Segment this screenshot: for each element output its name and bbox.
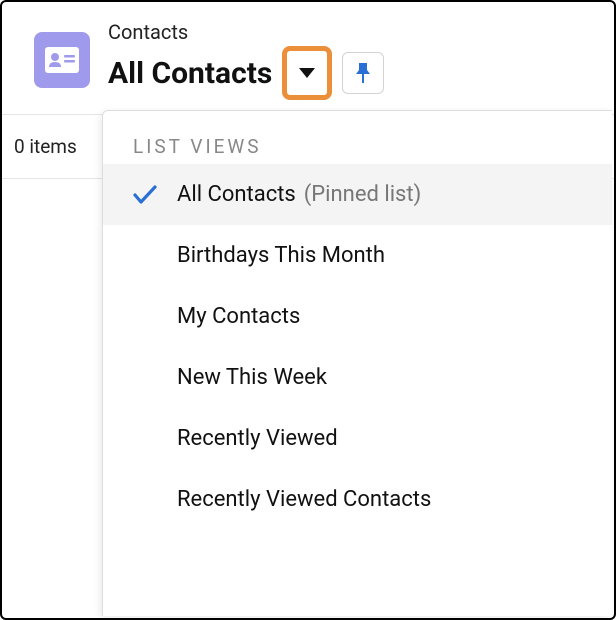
caret-down-icon — [298, 66, 316, 80]
dropdown-highlight-box — [282, 46, 332, 100]
listview-option-label: New This Week — [177, 365, 327, 390]
listview-option-label: Recently Viewed Contacts — [177, 487, 431, 512]
header-text: Contacts All Contacts — [108, 20, 594, 100]
check-icon — [133, 185, 157, 205]
listview-option[interactable]: Recently Viewed — [103, 408, 612, 469]
object-label: Contacts — [108, 20, 594, 44]
listview-option-label-wrap: Birthdays This Month — [177, 243, 385, 268]
listview-option-label: All Contacts — [177, 182, 296, 207]
pin-button[interactable] — [342, 52, 384, 94]
listview-dropdown-panel: LIST VIEWS All Contacts (Pinned list) Birt… — [102, 110, 612, 616]
dropdown-items: All Contacts (Pinned list) Birthdays This … — [103, 164, 612, 530]
listview-option-label-wrap: Recently Viewed — [177, 426, 338, 451]
contacts-app-icon — [34, 32, 90, 88]
listview-option-label-wrap: New This Week — [177, 365, 327, 390]
listview-option[interactable]: Recently Viewed Contacts — [103, 469, 612, 530]
listview-option[interactable]: My Contacts — [103, 286, 612, 347]
listview-option-label-wrap: All Contacts (Pinned list) — [177, 182, 421, 207]
check-cell — [133, 185, 177, 205]
listview-option[interactable]: All Contacts (Pinned list) — [103, 164, 612, 225]
listview-option-label-wrap: Recently Viewed Contacts — [177, 487, 431, 512]
listview-option-label: Birthdays This Month — [177, 243, 385, 268]
pin-icon — [355, 62, 371, 84]
listview-dropdown-trigger[interactable] — [289, 53, 325, 93]
listview-option-label: My Contacts — [177, 304, 300, 329]
dropdown-heading: LIST VIEWS — [103, 111, 612, 164]
view-title[interactable]: All Contacts — [108, 56, 272, 91]
title-row: All Contacts — [108, 46, 594, 100]
listview-option-label-wrap: My Contacts — [177, 304, 300, 329]
listview-option[interactable]: Birthdays This Month — [103, 225, 612, 286]
listview-option-label: Recently Viewed — [177, 426, 338, 451]
listview-option[interactable]: New This Week — [103, 347, 612, 408]
id-card-icon — [45, 47, 79, 73]
page-header: Contacts All Contacts — [2, 2, 614, 115]
pinned-hint: (Pinned list) — [304, 182, 422, 207]
